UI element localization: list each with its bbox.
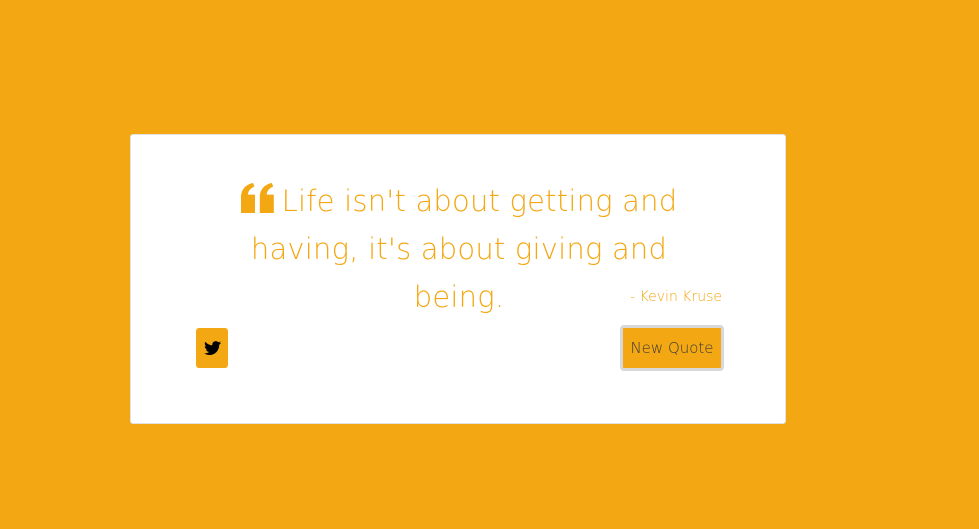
new-quote-button[interactable]: New Quote (620, 325, 724, 371)
quote-author: - Kevin Kruse (630, 289, 722, 305)
twitter-icon (203, 341, 221, 355)
quote-text: Life isn't about getting and having, it'… (250, 184, 678, 314)
page-background: Life isn't about getting and having, it'… (0, 0, 979, 529)
tweet-button[interactable] (196, 328, 228, 368)
new-quote-label: New Quote (630, 339, 714, 357)
quote-box: Life isn't about getting and having, it'… (130, 134, 786, 424)
quote-left-icon (240, 183, 274, 213)
